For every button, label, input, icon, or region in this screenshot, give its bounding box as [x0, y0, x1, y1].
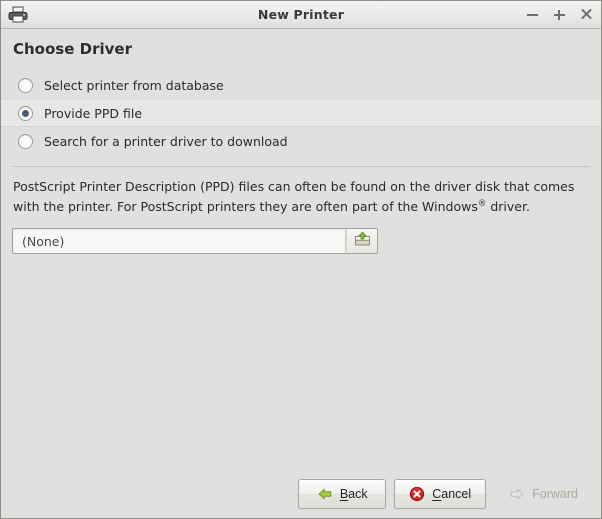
radio-indicator: [18, 78, 33, 93]
window-title: New Printer: [1, 7, 601, 22]
printer-icon: [8, 5, 28, 24]
open-folder-icon: [354, 231, 371, 251]
ppd-file-value: (None): [13, 234, 345, 249]
window-controls: [526, 1, 593, 28]
open-folder-button[interactable]: [346, 229, 377, 253]
window-titlebar: New Printer: [1, 1, 601, 29]
section-divider: [12, 166, 590, 167]
radio-indicator-selected: [18, 106, 33, 121]
back-mnemonic: B: [340, 487, 348, 501]
close-icon[interactable]: [580, 8, 593, 21]
page-title: Choose Driver: [13, 40, 601, 58]
ppd-description-text: PostScript Printer Description (PPD) fil…: [13, 177, 581, 216]
radio-label: Provide PPD file: [44, 106, 142, 121]
cancel-mnemonic: C: [432, 487, 441, 501]
minimize-icon[interactable]: [526, 8, 539, 21]
arrow-left-icon: [317, 486, 333, 502]
cancel-icon: [409, 486, 425, 502]
content-spacer: [1, 254, 601, 479]
driver-option-group: Select printer from database Provide PPD…: [1, 71, 601, 155]
description-part-2: driver.: [486, 199, 530, 214]
maximize-icon[interactable]: [553, 8, 566, 21]
ppd-file-chooser[interactable]: (None): [12, 228, 378, 254]
radio-indicator: [18, 134, 33, 149]
radio-option-select-from-database[interactable]: Select printer from database: [1, 71, 601, 99]
arrow-right-icon: [509, 486, 525, 502]
back-button[interactable]: Back: [298, 479, 386, 509]
cancel-button-label: Cancel: [432, 487, 471, 501]
dialog-action-bar: Back Cancel Forward: [1, 479, 601, 518]
radio-option-search-for-driver[interactable]: Search for a printer driver to download: [1, 127, 601, 155]
dialog-content: Choose Driver Select printer from databa…: [1, 29, 601, 518]
radio-label: Select printer from database: [44, 78, 224, 93]
radio-label: Search for a printer driver to download: [44, 134, 288, 149]
back-button-label: Back: [340, 487, 368, 501]
radio-option-provide-ppd-file[interactable]: Provide PPD file: [1, 99, 601, 127]
forward-button: Forward: [494, 479, 593, 509]
new-printer-window: New Printer Choose Driver Select printer…: [0, 0, 602, 519]
forward-button-label: Forward: [532, 487, 578, 501]
cancel-button[interactable]: Cancel: [394, 479, 486, 509]
